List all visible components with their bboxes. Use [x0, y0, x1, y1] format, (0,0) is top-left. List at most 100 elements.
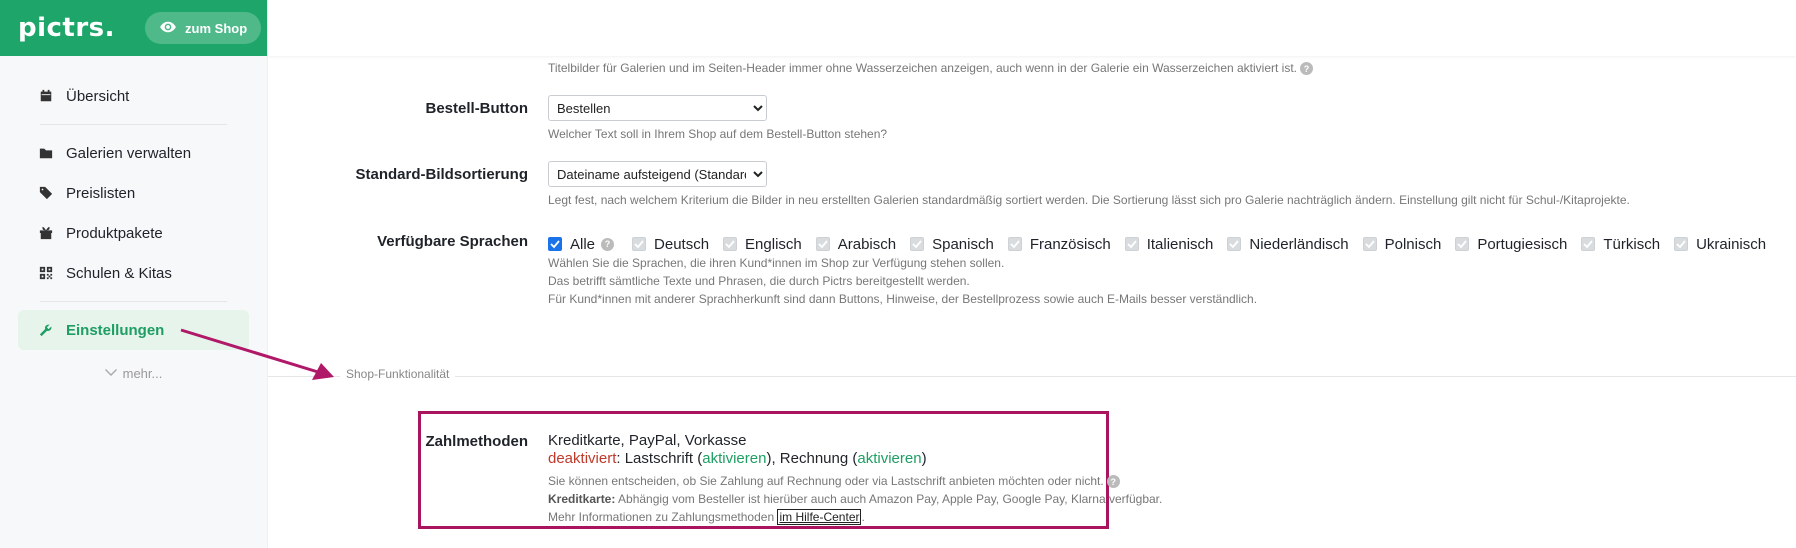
sidebar-item-schools[interactable]: Schulen & Kitas: [18, 253, 249, 293]
lang-item[interactable]: Spanisch: [910, 236, 994, 253]
sidebar-item-label: Produktpakete: [66, 224, 163, 242]
calendar-icon: [38, 88, 54, 104]
checkbox-disabled-icon[interactable]: [1581, 237, 1596, 251]
nav-divider: [40, 124, 227, 125]
lang-all-label: Alle: [570, 235, 596, 253]
order-button-help: Welcher Text soll in Ihrem Shop auf dem …: [548, 127, 888, 141]
lang-item[interactable]: Ukrainisch: [1674, 236, 1766, 253]
sidebar-item-label: Galerien verwalten: [66, 144, 192, 162]
settings-main: Titelbilder für Galerien und im Seiten-H…: [268, 56, 1796, 548]
order-button-label: Bestell-Button: [425, 100, 529, 117]
wrench-icon: [38, 322, 54, 338]
lang-item[interactable]: Portugiesisch: [1455, 236, 1567, 253]
languages-help-3: Für Kund*innen mit anderer Sprachherkunf…: [548, 292, 1258, 306]
help-text: Abhängig vom Besteller ist hierüber auch…: [615, 492, 1163, 506]
checkbox-disabled-icon[interactable]: [1674, 237, 1689, 251]
section-title: Shop-Funktionalität: [340, 367, 456, 381]
activate-lastschrift-link[interactable]: aktivieren: [702, 450, 766, 467]
lang-item[interactable]: Deutsch: [632, 236, 709, 253]
lang-label: Spanisch: [932, 235, 994, 253]
checkbox-disabled-icon[interactable]: [910, 237, 925, 251]
nav-divider: [40, 301, 227, 302]
languages-help-1: Wählen Sie die Sprachen, die ihren Kund*…: [548, 256, 1005, 270]
payment-help-1: Sie können entscheiden, ob Sie Zahlung a…: [548, 471, 1120, 491]
payment-help-2: Kreditkarte: Abhängig vom Besteller ist …: [548, 489, 1162, 509]
pictrs-logo[interactable]: pictrs.: [18, 13, 115, 43]
lang-label: Ukrainisch: [1696, 235, 1767, 253]
lang-item[interactable]: Französisch: [1007, 235, 1111, 253]
sorting-label: Standard-Bildsortierung: [355, 166, 528, 183]
checkbox-disabled-icon[interactable]: [1227, 237, 1242, 251]
lang-label: Portugiesisch: [1477, 235, 1568, 253]
help-text: Sie können entscheiden, ob Sie Zahlung a…: [548, 474, 1104, 488]
lastschrift-text: Lastschrift (: [624, 450, 703, 467]
help-bold: Kreditkarte:: [548, 492, 616, 506]
lang-item[interactable]: Niederländisch: [1227, 236, 1349, 253]
lang-label: Englisch: [745, 235, 802, 253]
sidebar-item-packages[interactable]: Produktpakete: [18, 213, 249, 253]
sorting-help: Legt fest, nach welchem Kriterium die Bi…: [548, 193, 1630, 207]
help-text: .: [861, 510, 865, 524]
payment-methods: Kreditkarte, PayPal, Vorkasse: [548, 432, 747, 449]
deactivated-text: deaktiviert: [548, 450, 617, 467]
more-button[interactable]: mehr...: [0, 356, 267, 390]
activate-rechnung-link[interactable]: aktivieren: [857, 450, 921, 467]
sidebar-item-pricelists[interactable]: Preislisten: [18, 173, 249, 213]
lang-label: Polnisch: [1384, 235, 1442, 253]
gift-icon: [38, 225, 54, 241]
checkbox-disabled-icon[interactable]: [723, 237, 738, 251]
sidebar: pictrs. zum Shop Übersicht Galerien verw…: [0, 0, 268, 548]
sorting-select[interactable]: Dateiname aufsteigend (Standard): [548, 161, 767, 187]
tags-icon: [38, 185, 54, 201]
lang-item[interactable]: Arabisch: [815, 235, 897, 253]
help-text: Titelbilder für Galerien und im Seiten-H…: [548, 61, 1298, 75]
lang-all[interactable]: Alle?: [548, 235, 615, 253]
sidebar-item-galleries[interactable]: Galerien verwalten: [18, 133, 249, 173]
help-center-link[interactable]: im Hilfe-Center: [777, 509, 862, 525]
payment-label: Zahlmethoden: [425, 433, 528, 450]
lang-label: Italienisch: [1146, 235, 1214, 253]
order-button-field: Bestellen: [548, 95, 767, 121]
lang-label: Französisch: [1029, 235, 1111, 253]
lang-item[interactable]: Englisch: [723, 236, 802, 253]
checkbox-disabled-icon[interactable]: [1362, 237, 1377, 251]
payment-help-3: Mehr Informationen zu Zahlungsmethoden i…: [548, 507, 865, 527]
question-icon[interactable]: ?: [1106, 475, 1120, 489]
question-icon[interactable]: ?: [1300, 62, 1314, 76]
checkbox-disabled-icon[interactable]: [632, 237, 647, 251]
eye-icon: [159, 18, 177, 39]
separator: ),: [766, 450, 780, 467]
app: pictrs. zum Shop Übersicht Galerien verw…: [0, 0, 1796, 548]
separator: :: [616, 450, 625, 467]
checkbox-disabled-icon[interactable]: [1007, 237, 1022, 251]
sidebar-item-overview[interactable]: Übersicht: [18, 76, 249, 116]
lang-item[interactable]: Italienisch: [1124, 235, 1214, 253]
title-image-help: Titelbilder für Galerien und im Seiten-H…: [548, 58, 1314, 78]
to-shop-button[interactable]: zum Shop: [145, 12, 262, 44]
sorting-field: Dateiname aufsteigend (Standard): [548, 161, 767, 187]
sidebar-item-settings[interactable]: Einstellungen: [18, 310, 249, 350]
folder-icon: [38, 145, 54, 161]
brand-bar: pictrs. zum Shop: [0, 0, 267, 56]
checkbox-disabled-icon[interactable]: [1124, 237, 1139, 251]
chevron-down-icon: [104, 366, 117, 381]
section-divider: [268, 376, 1796, 377]
top-bar: [268, 0, 1796, 56]
lang-label: Türkisch: [1603, 235, 1661, 253]
lang-item[interactable]: Polnisch: [1362, 235, 1442, 253]
languages-label: Verfügbare Sprachen: [377, 233, 528, 250]
lang-label: Deutsch: [654, 235, 710, 253]
order-button-select[interactable]: Bestellen: [548, 95, 767, 121]
lang-item[interactable]: Türkisch: [1581, 236, 1660, 253]
sidebar-item-label: Übersicht: [66, 87, 130, 105]
payment-status-line: deaktiviert: Lastschrift (aktivieren), R…: [548, 449, 927, 469]
languages-help-2: Das betrifft sämtliche Texte und Phrasen…: [548, 274, 970, 288]
question-icon[interactable]: ?: [601, 237, 615, 251]
sidebar-item-label: Preislisten: [66, 184, 136, 202]
sidebar-item-label: Schulen & Kitas: [66, 264, 172, 282]
checkbox-checked-icon[interactable]: [548, 237, 562, 251]
checkbox-disabled-icon[interactable]: [1455, 237, 1470, 251]
lang-label: Arabisch: [837, 235, 897, 253]
language-list: Deutsch Englisch Arabisch Spanisch Französis…: [632, 236, 1780, 253]
checkbox-disabled-icon[interactable]: [815, 237, 830, 251]
